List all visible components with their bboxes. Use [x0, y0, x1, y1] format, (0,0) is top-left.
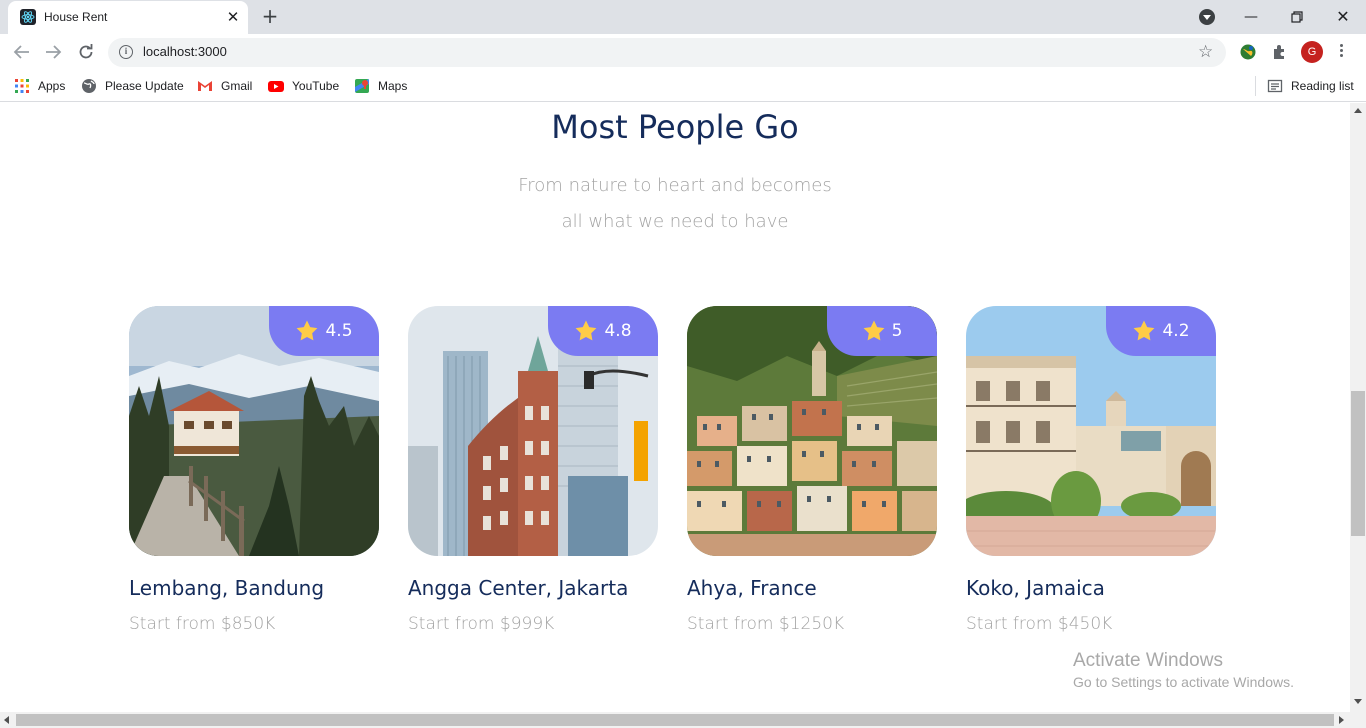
browser-toolbar: i localhost:3000 ☆ G [0, 34, 1366, 70]
bookmark-label: Please Update [105, 79, 184, 93]
extension-globe-icon[interactable] [1239, 43, 1257, 61]
star-icon [576, 320, 597, 341]
reload-icon[interactable] [76, 42, 96, 62]
star-icon [1134, 320, 1155, 341]
forward-icon[interactable] [43, 42, 63, 62]
destination-image[interactable]: 4.2 [966, 306, 1216, 556]
react-favicon-icon [20, 9, 36, 25]
watermark-title: Activate Windows [1073, 650, 1223, 671]
tab-close-icon[interactable]: ✕ [224, 8, 242, 26]
close-window-button[interactable]: ✕ [1330, 4, 1356, 30]
destination-card[interactable]: 4.5 Lembang, Bandung Start from $850K [129, 306, 379, 634]
star-icon [863, 320, 884, 341]
tab-search-icon[interactable] [1199, 9, 1215, 25]
globe-icon [81, 78, 97, 94]
watermark-subtitle: Go to Settings to activate Windows. [1073, 674, 1294, 690]
star-icon [297, 320, 318, 341]
section-title: Most People Go [551, 108, 799, 146]
rating-badge: 4.2 [1106, 306, 1216, 356]
destination-price: Start from $999K [408, 614, 555, 634]
bookmark-label: YouTube [292, 79, 340, 93]
address-bar[interactable]: i localhost:3000 ☆ [108, 38, 1226, 67]
tab-title: House Rent [44, 10, 108, 24]
bookmark-label: Gmail [221, 79, 253, 93]
tab-strip: House Rent ✕ + — ✕ [0, 0, 1366, 34]
restore-button[interactable] [1284, 4, 1310, 30]
extensions-puzzle-icon[interactable] [1271, 43, 1289, 61]
scroll-right-arrow-icon[interactable] [1339, 716, 1344, 724]
browser-tab[interactable]: House Rent ✕ [8, 1, 248, 34]
rating-value: 4.8 [604, 321, 632, 341]
rating-badge: 4.8 [548, 306, 658, 356]
maps-pin-icon [354, 78, 370, 94]
horizontal-scrollbar[interactable] [0, 712, 1366, 728]
bookmark-label: Apps [38, 79, 66, 93]
rating-value: 4.2 [1162, 321, 1190, 341]
destination-price: Start from $850K [129, 614, 276, 634]
destination-card[interactable]: 4.2 Koko, Jamaica Start from $450K [966, 306, 1216, 634]
section-subtitle-line1: From nature to heart and becomes [518, 175, 832, 196]
scroll-left-arrow-icon[interactable] [4, 716, 9, 724]
bookmark-gmail[interactable]: Gmail [197, 76, 252, 96]
scroll-down-arrow-icon[interactable] [1354, 699, 1362, 704]
destination-image[interactable]: 4.8 [408, 306, 658, 556]
destination-name[interactable]: Angga Center, Jakarta [408, 576, 658, 600]
bookmark-youtube[interactable]: YouTube [268, 76, 339, 96]
section-subtitle-line2: all what we need to have [561, 211, 789, 232]
back-icon[interactable] [12, 42, 32, 62]
bookmarks-bar: Apps Please Update Gmail YouTube Maps Re… [0, 70, 1366, 102]
destination-name[interactable]: Lembang, Bandung [129, 576, 379, 600]
activate-windows-watermark: Activate Windows Go to Settings to activ… [1073, 650, 1294, 690]
rating-badge: 5 [827, 306, 937, 356]
youtube-icon [268, 78, 284, 94]
destination-image[interactable]: 5 [687, 306, 937, 556]
reading-list-icon [1267, 78, 1283, 94]
bookmark-apps[interactable]: Apps [14, 76, 65, 96]
destination-name[interactable]: Koko, Jamaica [966, 576, 1216, 600]
gmail-icon [197, 78, 213, 94]
rating-badge: 4.5 [269, 306, 379, 356]
reading-list-button[interactable]: Reading list [1267, 76, 1354, 96]
page-viewport: Most People Go From nature to heart and … [0, 103, 1350, 712]
destination-price: Start from $450K [966, 614, 1113, 634]
bookmark-please-update[interactable]: Please Update [81, 76, 184, 96]
bookmark-star-icon[interactable]: ☆ [1198, 41, 1213, 63]
profile-avatar[interactable]: G [1301, 41, 1323, 63]
browser-menu-icon[interactable] [1336, 42, 1346, 62]
horizontal-scroll-thumb[interactable] [16, 714, 1334, 726]
destination-card[interactable]: 4.8 Angga Center, Jakarta Start from $99… [408, 306, 658, 634]
rating-value: 5 [891, 321, 903, 341]
url-text: localhost:3000 [143, 44, 227, 59]
reading-list-label: Reading list [1291, 79, 1354, 93]
bookmark-label: Maps [378, 79, 408, 93]
destination-image[interactable]: 4.5 [129, 306, 379, 556]
site-info-icon[interactable]: i [119, 45, 133, 59]
vertical-scroll-thumb[interactable] [1351, 391, 1365, 536]
destination-price: Start from $1250K [687, 614, 845, 634]
destination-name[interactable]: Ahya, France [687, 576, 937, 600]
rating-value: 4.5 [325, 321, 353, 341]
new-tab-button[interactable]: + [259, 6, 281, 28]
minimize-button[interactable]: — [1238, 4, 1264, 30]
apps-grid-icon [14, 78, 30, 94]
scroll-up-arrow-icon[interactable] [1354, 108, 1362, 113]
bookmark-maps[interactable]: Maps [354, 76, 407, 96]
vertical-scrollbar[interactable] [1350, 103, 1366, 712]
destination-card[interactable]: 5 Ahya, France Start from $1250K [687, 306, 937, 634]
bookmarks-separator [1255, 76, 1256, 96]
